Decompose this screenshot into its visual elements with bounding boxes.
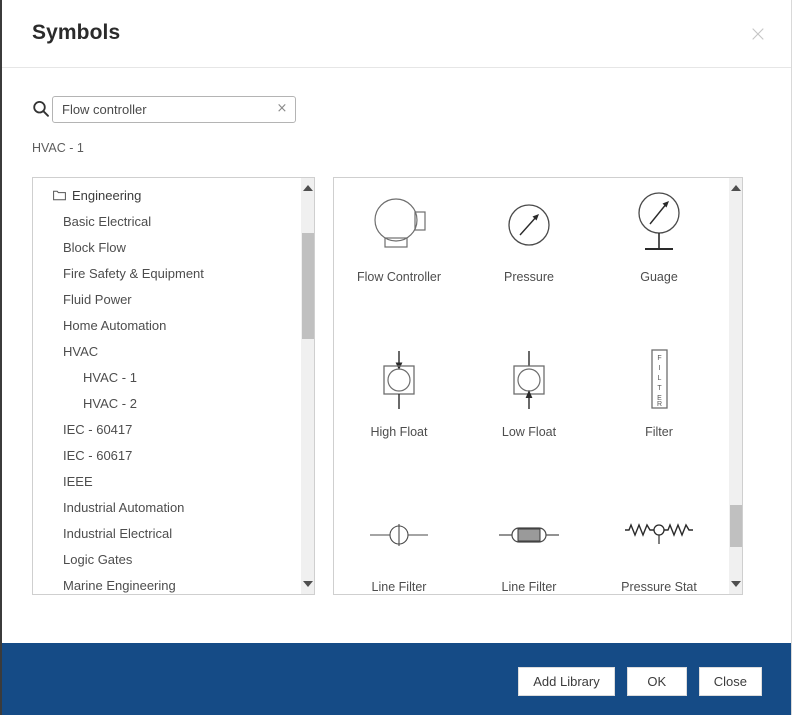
category-tree-list: Engineering Basic Electrical Block Flow Fir… bbox=[33, 183, 298, 594]
tree-item[interactable]: Basic Electrical bbox=[33, 209, 298, 235]
symbol-row: High Float Low Float F I L T E R Filter bbox=[334, 333, 724, 488]
search-input[interactable] bbox=[60, 97, 270, 122]
close-button[interactable]: Close bbox=[698, 667, 762, 696]
svg-text:T: T bbox=[657, 385, 662, 392]
search-box: × bbox=[52, 96, 296, 123]
category-tree-panel: Engineering Basic Electrical Block Flow Fir… bbox=[32, 177, 315, 595]
symbol-item[interactable]: Line Filter bbox=[334, 488, 464, 594]
tree-item[interactable]: Engineering bbox=[33, 183, 298, 209]
symbol-label: Filter bbox=[645, 425, 673, 439]
breadcrumb: HVAC - 1 bbox=[32, 141, 84, 155]
symbol-label: Line Filter bbox=[501, 580, 557, 594]
symbol-label: High Float bbox=[370, 425, 428, 439]
high-float-icon bbox=[334, 341, 464, 419]
tree-item-label: HVAC - 1 bbox=[83, 370, 137, 385]
tree-scrollbar[interactable] bbox=[300, 178, 314, 594]
symbol-label: Guage bbox=[640, 270, 678, 284]
tree-item-label: Marine Engineering bbox=[63, 578, 176, 593]
tree-scrollbar-thumb[interactable] bbox=[302, 233, 314, 339]
tree-item[interactable]: Marine Engineering bbox=[33, 573, 298, 594]
tree-item[interactable]: Home Automation bbox=[33, 313, 298, 339]
symbol-item[interactable]: Low Float bbox=[464, 333, 594, 488]
search-icon bbox=[32, 100, 50, 118]
svg-text:I: I bbox=[659, 365, 661, 372]
tree-item-label: HVAC - 2 bbox=[83, 396, 137, 411]
tree-item-label: Fire Safety & Equipment bbox=[63, 266, 204, 281]
folder-icon bbox=[53, 190, 66, 201]
close-icon[interactable]: × bbox=[744, 22, 772, 50]
guage-icon bbox=[594, 186, 724, 264]
tree-item[interactable]: HVAC bbox=[33, 339, 298, 365]
symbol-item[interactable]: Line Filter bbox=[464, 488, 594, 594]
symbol-item[interactable]: High Float bbox=[334, 333, 464, 488]
pressure-icon bbox=[464, 186, 594, 264]
symbols-scrollbar-thumb[interactable] bbox=[730, 505, 742, 547]
tree-item-label: IEC - 60417 bbox=[63, 422, 133, 437]
tree-item[interactable]: HVAC - 1 bbox=[33, 365, 298, 391]
tree-item-label: Home Automation bbox=[63, 318, 167, 333]
symbol-label: Line Filter bbox=[371, 580, 427, 594]
tree-item[interactable]: Logic Gates bbox=[33, 547, 298, 573]
tree-item-label: IEC - 60617 bbox=[63, 448, 133, 463]
tree-item-label: Block Flow bbox=[63, 240, 126, 255]
symbol-label: Low Float bbox=[501, 425, 557, 439]
tree-item-label: Industrial Electrical bbox=[63, 526, 173, 541]
symbol-label: Flow Controller bbox=[356, 270, 442, 284]
line-filter-b-icon bbox=[464, 496, 594, 574]
symbol-label: Pressure Stat bbox=[621, 580, 697, 594]
page-title: Symbols bbox=[32, 21, 121, 44]
tree-item-label: Logic Gates bbox=[63, 552, 133, 567]
clear-search-icon[interactable]: × bbox=[275, 101, 289, 117]
tree-item[interactable]: Industrial Electrical bbox=[33, 521, 298, 547]
tree-item-label: Engineering bbox=[72, 188, 142, 203]
symbol-item[interactable]: Pressure Stat bbox=[594, 488, 724, 594]
footer-buttons: Add Library OK Close bbox=[518, 667, 762, 696]
tree-item[interactable]: Block Flow bbox=[33, 235, 298, 261]
tree-item[interactable]: IEEE bbox=[33, 469, 298, 495]
flow-controller-icon bbox=[334, 186, 464, 264]
tree-item-label: Industrial Automation bbox=[63, 500, 185, 515]
tree-item[interactable]: HVAC - 2 bbox=[33, 391, 298, 417]
symbols-dialog: Symbols × × HVAC - 1 Engineering Basic El… bbox=[0, 0, 792, 715]
svg-text:R: R bbox=[657, 401, 662, 408]
ok-button[interactable]: OK bbox=[626, 667, 687, 696]
symbol-item[interactable]: Flow Controller bbox=[334, 178, 464, 333]
tree-item-label: Basic Electrical bbox=[63, 214, 152, 229]
symbol-item[interactable]: F I L T E R Filter bbox=[594, 333, 724, 488]
filter-icon: FILTER bbox=[594, 341, 724, 419]
svg-text:F: F bbox=[657, 355, 661, 362]
tree-item-label: IEEE bbox=[63, 474, 93, 489]
symbols-grid: Flow Controller Pressure Guage High Float Lo… bbox=[334, 178, 724, 594]
symbol-label: Pressure bbox=[503, 270, 555, 284]
pressure-stat-icon bbox=[594, 496, 724, 574]
tree-item[interactable]: Fire Safety & Equipment bbox=[33, 261, 298, 287]
symbol-item[interactable]: Guage bbox=[594, 178, 724, 333]
svg-text:L: L bbox=[658, 375, 662, 382]
symbol-row: Flow Controller Pressure Guage bbox=[334, 178, 724, 333]
tree-item-label: HVAC bbox=[63, 344, 99, 359]
tree-item[interactable]: IEC - 60417 bbox=[33, 417, 298, 443]
symbols-scroll-up-icon[interactable] bbox=[729, 180, 742, 196]
symbol-row: Line Filter Line Filter Pressure Stat bbox=[334, 488, 724, 594]
tree-item-label: Fluid Power bbox=[63, 292, 132, 307]
search-row: × bbox=[32, 96, 332, 124]
symbols-scrollbar[interactable] bbox=[728, 178, 742, 594]
tree-item[interactable]: IEC - 60617 bbox=[33, 443, 298, 469]
symbols-panel: Flow Controller Pressure Guage High Float Lo… bbox=[333, 177, 743, 595]
dialog-footer: Add Library OK Close bbox=[2, 643, 791, 715]
tree-item[interactable]: Fluid Power bbox=[33, 287, 298, 313]
tree-item[interactable]: Industrial Automation bbox=[33, 495, 298, 521]
low-float-icon bbox=[464, 341, 594, 419]
dialog-header: Symbols × bbox=[2, 0, 791, 68]
add-library-button[interactable]: Add Library bbox=[518, 667, 615, 696]
tree-scroll-down-icon[interactable] bbox=[301, 576, 314, 592]
tree-scroll-up-icon[interactable] bbox=[301, 180, 314, 196]
line-filter-a-icon bbox=[334, 496, 464, 574]
symbols-scroll-down-icon[interactable] bbox=[729, 576, 742, 592]
symbol-item[interactable]: Pressure bbox=[464, 178, 594, 333]
